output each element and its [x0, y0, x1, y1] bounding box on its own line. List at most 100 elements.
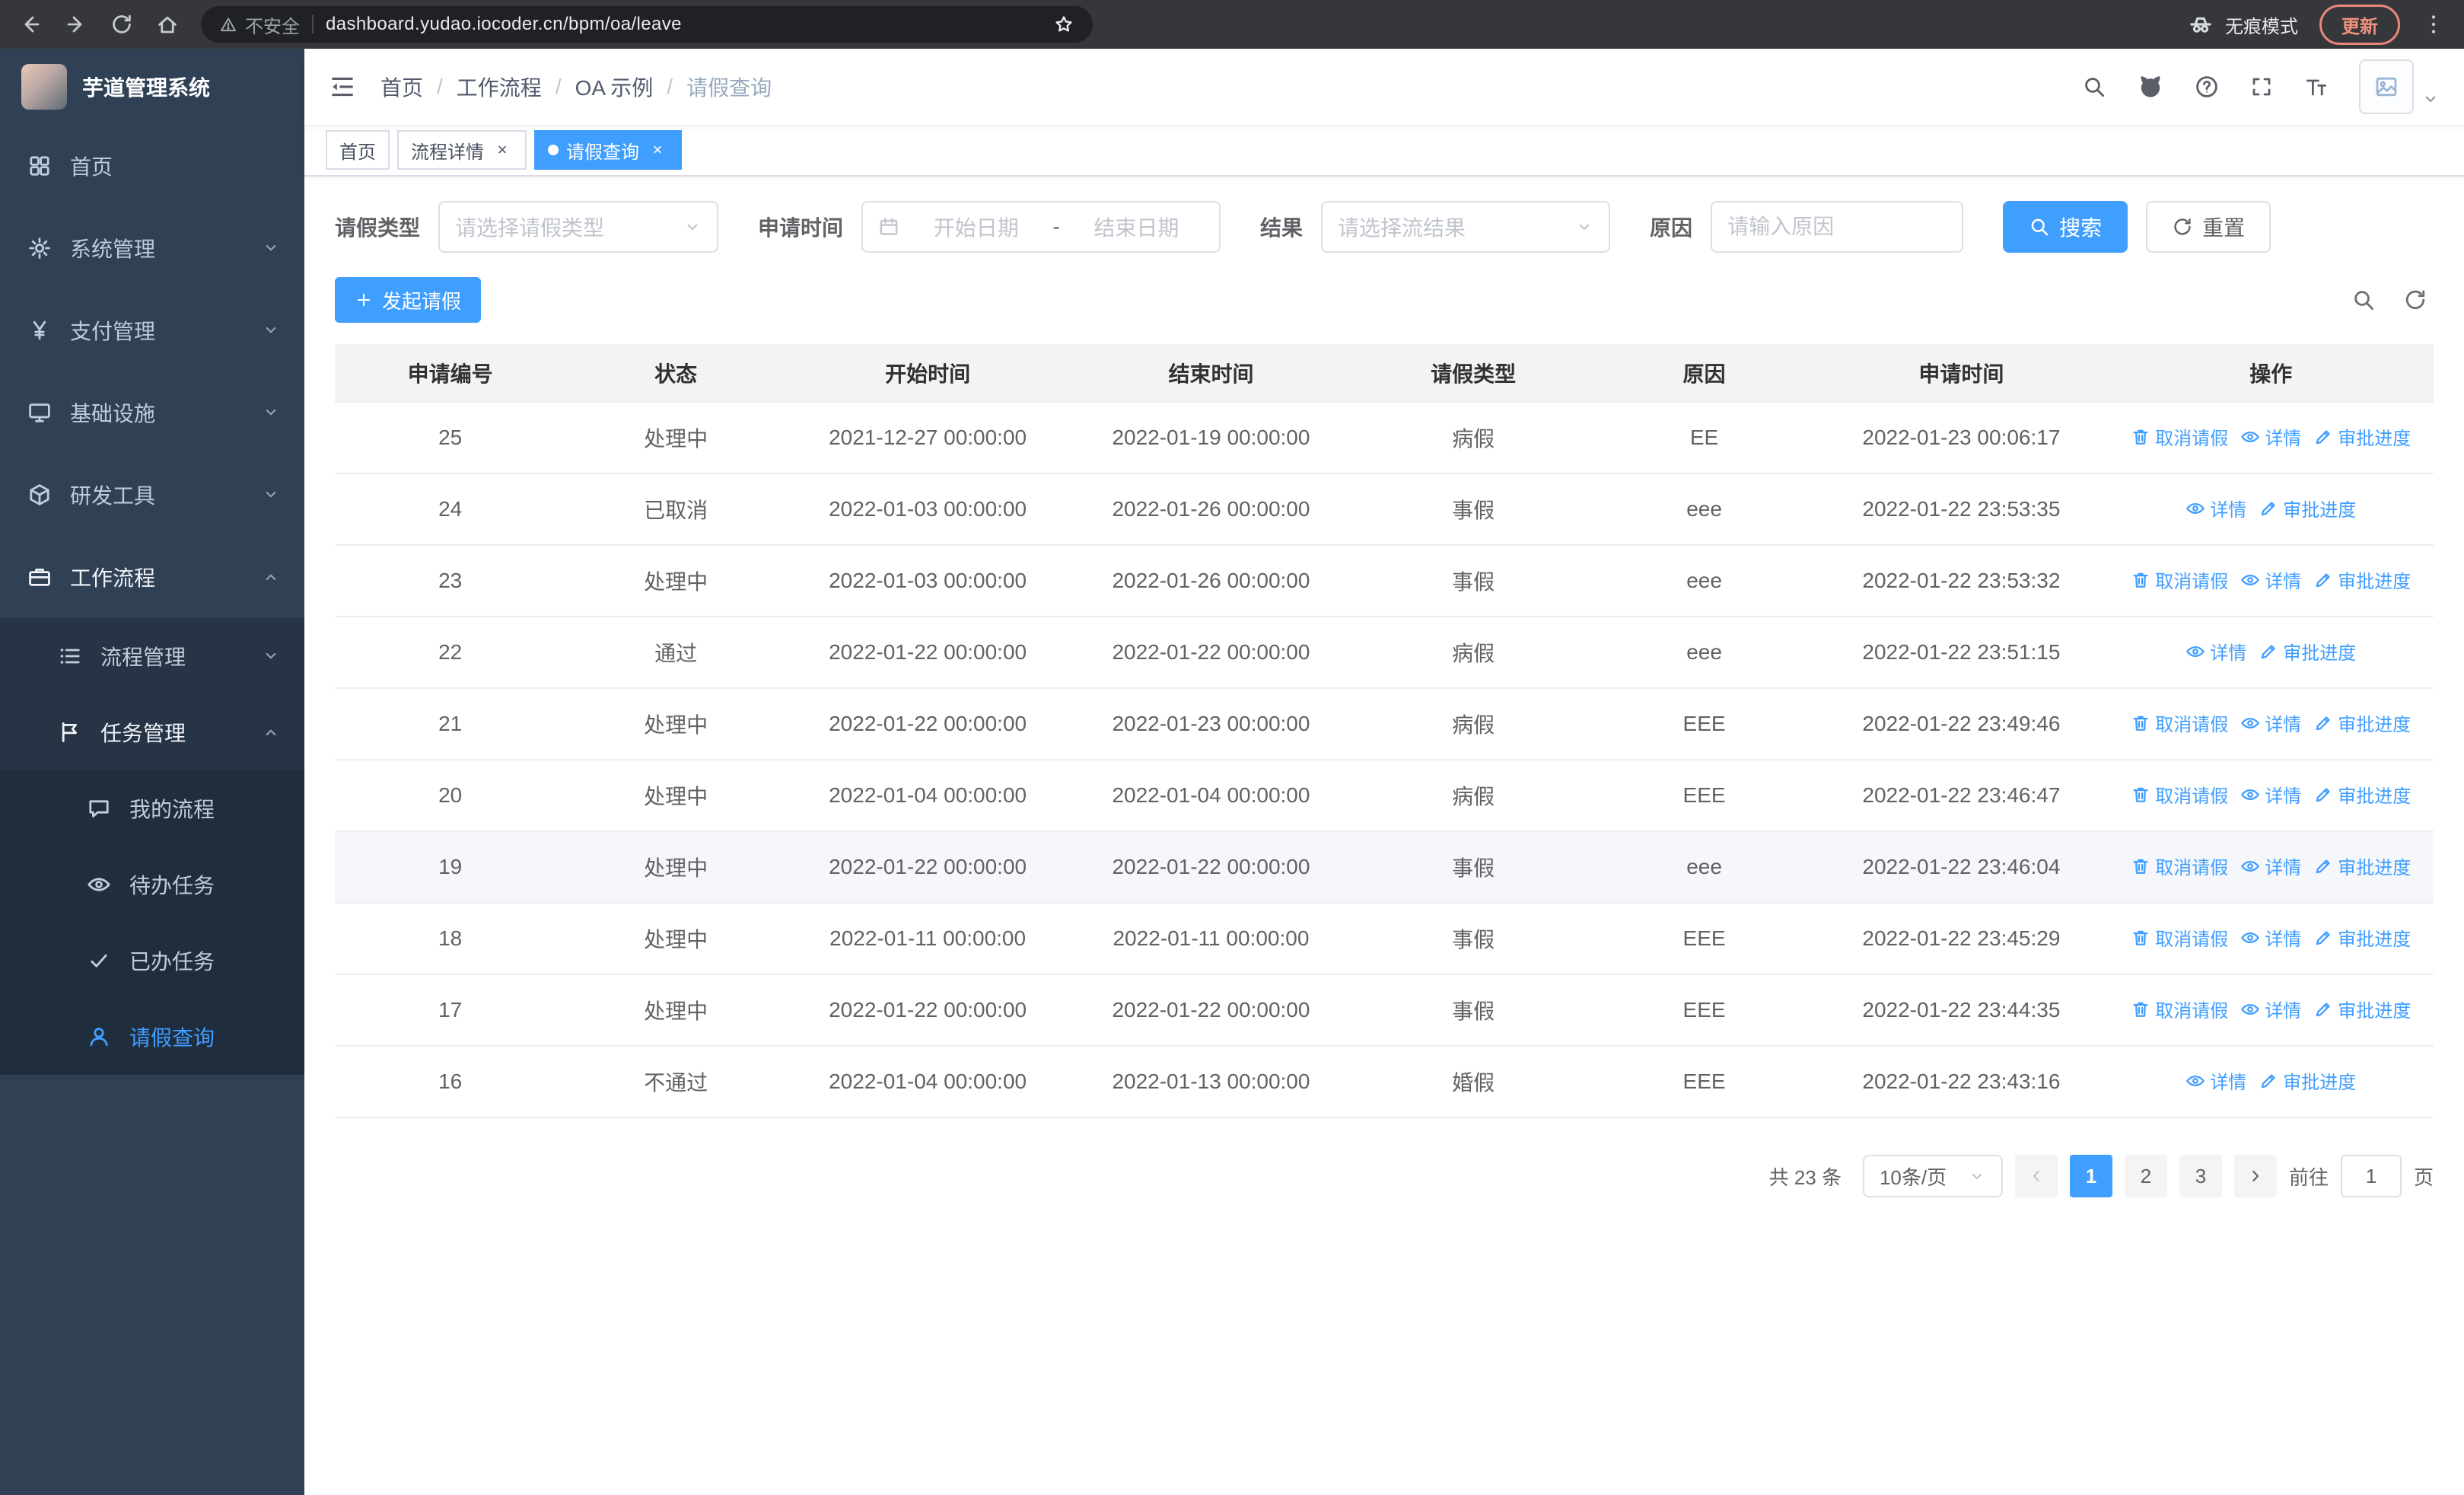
progress-link[interactable]: 审批进度 [2259, 495, 2356, 521]
browser-reload-icon[interactable] [110, 12, 134, 37]
browser-forward-icon[interactable] [64, 12, 88, 37]
progress-link[interactable]: 审批进度 [2313, 853, 2411, 879]
progress-link[interactable]: 审批进度 [2313, 924, 2411, 951]
cell-status: 处理中 [565, 831, 786, 904]
apply-time-range-picker[interactable]: 开始日期 - 结束日期 [861, 201, 1221, 253]
cell-start: 2022-01-04 00:00:00 [785, 760, 1070, 832]
reset-button[interactable]: 重置 [2146, 201, 2271, 253]
detail-link[interactable]: 详情 [2240, 566, 2301, 593]
sidebar-item-infrastructure[interactable]: 基础设施 [0, 371, 304, 454]
browser-home-icon[interactable] [155, 12, 180, 37]
refresh-table-icon[interactable] [2403, 288, 2427, 312]
browser-update-button[interactable]: 更新 [2319, 4, 2400, 45]
sidebar-item-process-management[interactable]: 流程管理 [0, 618, 304, 694]
cell-type: 婚假 [1352, 1046, 1594, 1118]
breadcrumb-item-workflow[interactable]: 工作流程 [457, 72, 542, 102]
font-size-icon[interactable] [2304, 75, 2329, 99]
cell-id: 25 [335, 402, 566, 474]
eye-icon [2240, 570, 2260, 590]
leave-type-select[interactable]: 请选择请假类型 [438, 201, 719, 253]
browser-back-icon[interactable] [18, 12, 43, 37]
page-size-select[interactable]: 10条/页 [1862, 1155, 2003, 1197]
help-icon[interactable] [2195, 75, 2219, 99]
action-label: 审批进度 [2338, 1001, 2411, 1022]
browser-menu-icon[interactable] [2421, 12, 2446, 37]
progress-link[interactable]: 审批进度 [2259, 638, 2356, 665]
detail-link[interactable]: 详情 [2240, 423, 2301, 450]
page-button-2[interactable]: 2 [2124, 1155, 2167, 1197]
cancel-leave-link[interactable]: 取消请假 [2131, 853, 2228, 879]
tag-home[interactable]: 首页 [326, 130, 390, 170]
bookmark-star-icon[interactable] [1053, 14, 1074, 35]
search-button[interactable]: 搜索 [2003, 201, 2128, 253]
cancel-leave-link[interactable]: 取消请假 [2131, 781, 2228, 808]
detail-link[interactable]: 详情 [2240, 924, 2301, 951]
start-date-placeholder: 开始日期 [933, 216, 1019, 240]
eye-icon [2240, 713, 2260, 733]
fullscreen-icon[interactable] [2249, 75, 2274, 99]
tag-leave-query[interactable]: 请假查询 × [534, 130, 682, 170]
address-bar[interactable]: 不安全 dashboard.yudao.iocoder.cn/bpm/oa/le… [201, 6, 1093, 43]
table-row: 16 不通过 2022-01-04 00:00:00 2022-01-13 00:00… [335, 1046, 2434, 1118]
cancel-leave-link[interactable]: 取消请假 [2131, 924, 2228, 951]
progress-link[interactable]: 审批进度 [2259, 1067, 2356, 1094]
page-button-1[interactable]: 1 [2069, 1155, 2112, 1197]
detail-link[interactable]: 详情 [2240, 996, 2301, 1022]
progress-link[interactable]: 审批进度 [2313, 423, 2411, 450]
sidebar-item-system-management[interactable]: 系统管理 [0, 207, 304, 289]
progress-link[interactable]: 审批进度 [2313, 566, 2411, 593]
security-label[interactable]: 不安全 [245, 11, 300, 38]
sidebar-item-leave-query[interactable]: 请假查询 [0, 999, 304, 1075]
cell-start: 2022-01-03 00:00:00 [785, 473, 1070, 546]
progress-link[interactable]: 审批进度 [2313, 996, 2411, 1022]
detail-link[interactable]: 详情 [2240, 709, 2301, 736]
tag-process-detail[interactable]: 流程详情 × [397, 130, 527, 170]
action-label: 详情 [2210, 643, 2247, 665]
close-icon[interactable]: × [492, 139, 513, 161]
search-button-label: 搜索 [2059, 216, 2103, 240]
detail-link[interactable]: 详情 [2185, 638, 2246, 665]
sidebar-item-task-management[interactable]: 任务管理 [0, 694, 304, 770]
cell-type: 事假 [1352, 473, 1594, 546]
next-page-button[interactable] [2233, 1155, 2277, 1197]
sidebar-item-workflow[interactable]: 工作流程 [0, 536, 304, 618]
detail-link[interactable]: 详情 [2240, 781, 2301, 808]
prev-page-button[interactable] [2014, 1155, 2058, 1197]
cancel-leave-link[interactable]: 取消请假 [2131, 566, 2228, 593]
header-search-icon[interactable] [2082, 75, 2106, 99]
sidebar-item-home[interactable]: 首页 [0, 125, 304, 207]
page-button-3[interactable]: 3 [2179, 1155, 2222, 1197]
pen-icon [2313, 713, 2333, 733]
sidebar-item-done-tasks[interactable]: 已办任务 [0, 923, 304, 999]
cancel-leave-link[interactable]: 取消请假 [2131, 996, 2228, 1022]
reason-input[interactable] [1711, 201, 1964, 253]
toggle-search-icon[interactable] [2351, 288, 2376, 312]
create-leave-button[interactable]: 发起请假 [335, 277, 482, 323]
close-icon[interactable]: × [647, 139, 668, 161]
detail-link[interactable]: 详情 [2240, 853, 2301, 879]
github-icon[interactable] [2137, 73, 2164, 100]
menu-fold-button[interactable] [304, 49, 380, 125]
user-menu[interactable] [2359, 59, 2440, 114]
detail-link[interactable]: 详情 [2185, 1067, 2246, 1094]
cell-actions: 取消请假 详情 审批进度 [2108, 402, 2434, 474]
sidebar-item-my-processes[interactable]: 我的流程 [0, 770, 304, 846]
sidebar-item-dev-tools[interactable]: 研发工具 [0, 454, 304, 536]
cell-start: 2022-01-22 00:00:00 [785, 688, 1070, 760]
cancel-leave-link[interactable]: 取消请假 [2131, 709, 2228, 736]
sidebar-item-payment-management[interactable]: 支付管理 [0, 289, 304, 371]
goto-page-input[interactable] [2340, 1155, 2402, 1197]
detail-link[interactable]: 详情 [2185, 495, 2246, 521]
breadcrumb-item-oa-example[interactable]: OA 示例 [575, 72, 654, 102]
progress-link[interactable]: 审批进度 [2313, 781, 2411, 808]
sidebar-item-label: 请假查询 [129, 1026, 215, 1050]
breadcrumb-item-home[interactable]: 首页 [380, 72, 423, 102]
url-text[interactable]: dashboard.yudao.iocoder.cn/bpm/oa/leave [326, 14, 1041, 35]
broken-image-icon [2374, 75, 2399, 99]
progress-link[interactable]: 审批进度 [2313, 709, 2411, 736]
result-select[interactable]: 请选择流结果 [1321, 201, 1611, 253]
sidebar-item-todo-tasks[interactable]: 待办任务 [0, 846, 304, 923]
cancel-leave-link[interactable]: 取消请假 [2131, 423, 2228, 450]
action-label: 审批进度 [2338, 929, 2411, 951]
breadcrumb-separator: / [667, 75, 673, 98]
